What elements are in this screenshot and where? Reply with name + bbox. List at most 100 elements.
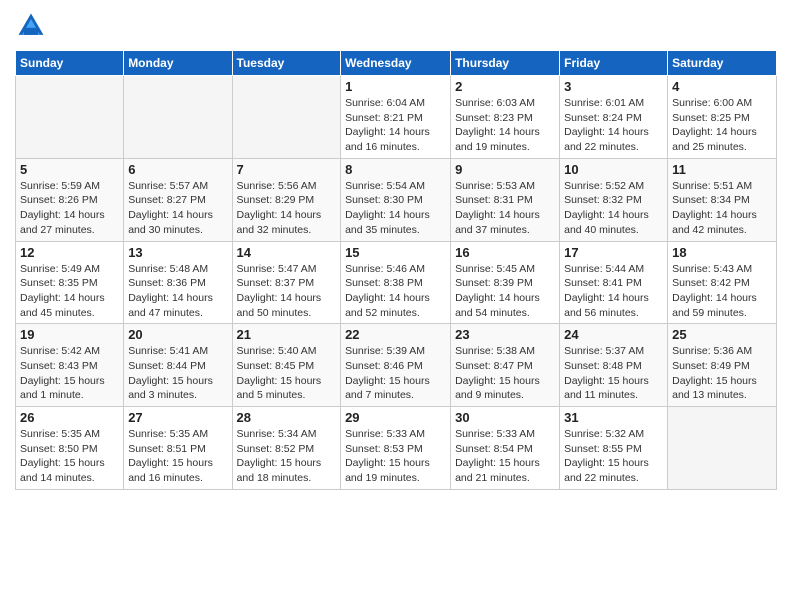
- calendar-week-5: 26 Sunrise: 5:35 AM Sunset: 8:50 PM Dayli…: [16, 407, 777, 490]
- day-info: Sunrise: 5:47 AM Sunset: 8:37 PM Dayligh…: [237, 262, 337, 321]
- day-info: Sunrise: 6:04 AM Sunset: 8:21 PM Dayligh…: [345, 96, 446, 155]
- day-info: Sunrise: 5:33 AM Sunset: 8:53 PM Dayligh…: [345, 427, 446, 486]
- day-number: 30: [455, 410, 555, 425]
- calendar-cell: 6 Sunrise: 5:57 AM Sunset: 8:27 PM Daylig…: [124, 158, 232, 241]
- day-info: Sunrise: 5:40 AM Sunset: 8:45 PM Dayligh…: [237, 344, 337, 403]
- day-number: 20: [128, 327, 227, 342]
- calendar-cell: 21 Sunrise: 5:40 AM Sunset: 8:45 PM Dayli…: [232, 324, 341, 407]
- weekday-header-saturday: Saturday: [668, 51, 777, 76]
- day-number: 26: [20, 410, 119, 425]
- day-number: 21: [237, 327, 337, 342]
- calendar-cell: 2 Sunrise: 6:03 AM Sunset: 8:23 PM Daylig…: [451, 76, 560, 159]
- day-number: 12: [20, 245, 119, 260]
- day-number: 22: [345, 327, 446, 342]
- calendar-cell: 30 Sunrise: 5:33 AM Sunset: 8:54 PM Dayli…: [451, 407, 560, 490]
- day-info: Sunrise: 5:41 AM Sunset: 8:44 PM Dayligh…: [128, 344, 227, 403]
- day-info: Sunrise: 5:51 AM Sunset: 8:34 PM Dayligh…: [672, 179, 772, 238]
- day-number: 3: [564, 79, 663, 94]
- day-info: Sunrise: 5:46 AM Sunset: 8:38 PM Dayligh…: [345, 262, 446, 321]
- calendar-cell: [668, 407, 777, 490]
- day-number: 27: [128, 410, 227, 425]
- calendar-cell: 15 Sunrise: 5:46 AM Sunset: 8:38 PM Dayli…: [341, 241, 451, 324]
- day-info: Sunrise: 5:34 AM Sunset: 8:52 PM Dayligh…: [237, 427, 337, 486]
- day-number: 18: [672, 245, 772, 260]
- day-number: 1: [345, 79, 446, 94]
- calendar-cell: 24 Sunrise: 5:37 AM Sunset: 8:48 PM Dayli…: [560, 324, 668, 407]
- logo: [15, 10, 51, 42]
- day-number: 24: [564, 327, 663, 342]
- day-info: Sunrise: 5:52 AM Sunset: 8:32 PM Dayligh…: [564, 179, 663, 238]
- calendar-cell: 29Sunrise: 5:33 AM Sunset: 8:53 PM Dayli…: [341, 407, 451, 490]
- calendar-week-3: 12 Sunrise: 5:49 AM Sunset: 8:35 PM Dayli…: [16, 241, 777, 324]
- calendar-cell: 10 Sunrise: 5:52 AM Sunset: 8:32 PM Dayli…: [560, 158, 668, 241]
- day-number: 4: [672, 79, 772, 94]
- day-info: Sunrise: 5:33 AM Sunset: 8:54 PM Dayligh…: [455, 427, 555, 486]
- calendar-cell: 17Sunrise: 5:44 AM Sunset: 8:41 PM Dayli…: [560, 241, 668, 324]
- calendar-cell: 8Sunrise: 5:54 AM Sunset: 8:30 PM Daylig…: [341, 158, 451, 241]
- day-info: Sunrise: 5:48 AM Sunset: 8:36 PM Dayligh…: [128, 262, 227, 321]
- day-info: Sunrise: 5:37 AM Sunset: 8:48 PM Dayligh…: [564, 344, 663, 403]
- day-info: Sunrise: 5:54 AM Sunset: 8:30 PM Dayligh…: [345, 179, 446, 238]
- logo-icon: [15, 10, 47, 42]
- calendar-week-4: 19 Sunrise: 5:42 AM Sunset: 8:43 PM Dayli…: [16, 324, 777, 407]
- calendar-cell: 27 Sunrise: 5:35 AM Sunset: 8:51 PM Dayli…: [124, 407, 232, 490]
- day-info: Sunrise: 5:35 AM Sunset: 8:51 PM Dayligh…: [128, 427, 227, 486]
- day-info: Sunrise: 5:59 AM Sunset: 8:26 PM Dayligh…: [20, 179, 119, 238]
- day-number: 14: [237, 245, 337, 260]
- weekday-header-monday: Monday: [124, 51, 232, 76]
- calendar-cell: 14 Sunrise: 5:47 AM Sunset: 8:37 PM Dayli…: [232, 241, 341, 324]
- calendar-cell: 9Sunrise: 5:53 AM Sunset: 8:31 PM Daylig…: [451, 158, 560, 241]
- calendar-cell: 11Sunrise: 5:51 AM Sunset: 8:34 PM Dayli…: [668, 158, 777, 241]
- calendar-cell: [124, 76, 232, 159]
- weekday-header-wednesday: Wednesday: [341, 51, 451, 76]
- calendar-cell: [16, 76, 124, 159]
- day-info: Sunrise: 5:42 AM Sunset: 8:43 PM Dayligh…: [20, 344, 119, 403]
- day-number: 15: [345, 245, 446, 260]
- calendar-cell: 1 Sunrise: 6:04 AM Sunset: 8:21 PM Daylig…: [341, 76, 451, 159]
- calendar-week-2: 5 Sunrise: 5:59 AM Sunset: 8:26 PM Daylig…: [16, 158, 777, 241]
- day-info: Sunrise: 5:35 AM Sunset: 8:50 PM Dayligh…: [20, 427, 119, 486]
- calendar-cell: 18Sunrise: 5:43 AM Sunset: 8:42 PM Dayli…: [668, 241, 777, 324]
- page: SundayMondayTuesdayWednesdayThursdayFrid…: [0, 0, 792, 612]
- day-info: Sunrise: 5:45 AM Sunset: 8:39 PM Dayligh…: [455, 262, 555, 321]
- day-info: Sunrise: 5:32 AM Sunset: 8:55 PM Dayligh…: [564, 427, 663, 486]
- calendar-cell: 4 Sunrise: 6:00 AM Sunset: 8:25 PM Daylig…: [668, 76, 777, 159]
- calendar-cell: 3Sunrise: 6:01 AM Sunset: 8:24 PM Daylig…: [560, 76, 668, 159]
- calendar-cell: 23Sunrise: 5:38 AM Sunset: 8:47 PM Dayli…: [451, 324, 560, 407]
- day-info: Sunrise: 6:03 AM Sunset: 8:23 PM Dayligh…: [455, 96, 555, 155]
- calendar-cell: 25Sunrise: 5:36 AM Sunset: 8:49 PM Dayli…: [668, 324, 777, 407]
- calendar-cell: [232, 76, 341, 159]
- day-info: Sunrise: 5:56 AM Sunset: 8:29 PM Dayligh…: [237, 179, 337, 238]
- calendar-cell: 13 Sunrise: 5:48 AM Sunset: 8:36 PM Dayli…: [124, 241, 232, 324]
- calendar-cell: 26 Sunrise: 5:35 AM Sunset: 8:50 PM Dayli…: [16, 407, 124, 490]
- day-number: 17: [564, 245, 663, 260]
- weekday-header-friday: Friday: [560, 51, 668, 76]
- day-number: 16: [455, 245, 555, 260]
- day-number: 6: [128, 162, 227, 177]
- calendar-cell: 7 Sunrise: 5:56 AM Sunset: 8:29 PM Daylig…: [232, 158, 341, 241]
- day-number: 7: [237, 162, 337, 177]
- day-info: Sunrise: 6:00 AM Sunset: 8:25 PM Dayligh…: [672, 96, 772, 155]
- calendar-cell: 16 Sunrise: 5:45 AM Sunset: 8:39 PM Dayli…: [451, 241, 560, 324]
- day-number: 31: [564, 410, 663, 425]
- day-number: 9: [455, 162, 555, 177]
- day-number: 19: [20, 327, 119, 342]
- day-info: Sunrise: 5:57 AM Sunset: 8:27 PM Dayligh…: [128, 179, 227, 238]
- weekday-header-thursday: Thursday: [451, 51, 560, 76]
- day-number: 2: [455, 79, 555, 94]
- day-number: 28: [237, 410, 337, 425]
- calendar-cell: 22Sunrise: 5:39 AM Sunset: 8:46 PM Dayli…: [341, 324, 451, 407]
- calendar-cell: 20 Sunrise: 5:41 AM Sunset: 8:44 PM Dayli…: [124, 324, 232, 407]
- day-number: 5: [20, 162, 119, 177]
- weekday-header-row: SundayMondayTuesdayWednesdayThursdayFrid…: [16, 51, 777, 76]
- day-info: Sunrise: 5:38 AM Sunset: 8:47 PM Dayligh…: [455, 344, 555, 403]
- calendar-cell: 31 Sunrise: 5:32 AM Sunset: 8:55 PM Dayli…: [560, 407, 668, 490]
- calendar-table: SundayMondayTuesdayWednesdayThursdayFrid…: [15, 50, 777, 490]
- calendar-cell: 28 Sunrise: 5:34 AM Sunset: 8:52 PM Dayli…: [232, 407, 341, 490]
- day-number: 10: [564, 162, 663, 177]
- day-number: 13: [128, 245, 227, 260]
- calendar-cell: 12 Sunrise: 5:49 AM Sunset: 8:35 PM Dayli…: [16, 241, 124, 324]
- day-info: Sunrise: 5:49 AM Sunset: 8:35 PM Dayligh…: [20, 262, 119, 321]
- calendar-cell: 19 Sunrise: 5:42 AM Sunset: 8:43 PM Dayli…: [16, 324, 124, 407]
- calendar-cell: 5 Sunrise: 5:59 AM Sunset: 8:26 PM Daylig…: [16, 158, 124, 241]
